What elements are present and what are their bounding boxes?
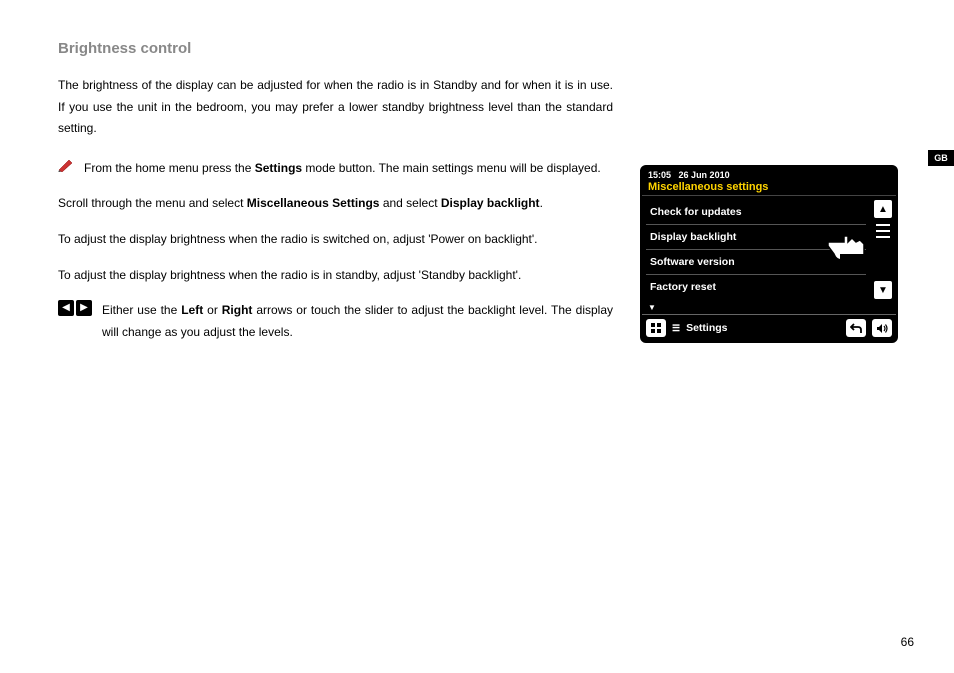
p2d: Display backlight xyxy=(441,196,540,210)
intro-paragraph: The brightness of the display can be adj… xyxy=(58,75,613,140)
menu-item-factory-reset[interactable]: Factory reset xyxy=(646,275,866,299)
paragraph-3: To adjust the display brightness when th… xyxy=(58,229,613,251)
step1-text-a: From the home menu press the xyxy=(84,161,255,175)
section-title: Brightness control xyxy=(58,40,896,57)
step1-text-c: mode button. The main settings menu will… xyxy=(302,161,601,175)
step1-bold: Settings xyxy=(255,161,302,175)
device-menu-list: Check for updates Display backlight Soft… xyxy=(642,196,870,303)
home-grid-icon[interactable] xyxy=(646,319,666,337)
paragraph-2: Scroll through the menu and select Misce… xyxy=(58,193,613,215)
device-footer-label: Settings xyxy=(686,322,727,334)
scroll-down-icon[interactable]: ▼ xyxy=(874,281,892,299)
device-date: 26 Jun 2010 xyxy=(679,170,730,180)
device-screenshot: 15:05 26 Jun 2010 Miscellaneous settings… xyxy=(640,165,898,343)
s5c: or xyxy=(203,303,222,317)
s5b: Left xyxy=(181,303,203,317)
s5d: Right xyxy=(222,303,253,317)
menu-item-check-updates[interactable]: Check for updates xyxy=(646,200,866,225)
device-scrollbar[interactable]: ▲ ▼ xyxy=(870,196,896,303)
s5a: Either use the xyxy=(102,303,181,317)
step-5: ◀ ▶ Either use the Left or Right arrows … xyxy=(58,300,613,343)
hand-note-icon xyxy=(58,158,80,180)
right-arrow-icon: ▶ xyxy=(76,300,92,316)
step-1: From the home menu press the Settings mo… xyxy=(58,158,613,180)
paragraph-4: To adjust the display brightness when th… xyxy=(58,265,613,287)
device-time: 15:05 xyxy=(648,170,671,180)
menu-item-display-backlight[interactable]: Display backlight xyxy=(646,225,866,250)
left-arrow-icon: ◀ xyxy=(58,300,74,316)
device-header: Miscellaneous settings xyxy=(642,181,896,196)
p2e: . xyxy=(540,196,543,210)
volume-icon[interactable] xyxy=(872,319,892,337)
footer-menu-icon: ☰ xyxy=(672,323,680,334)
p2b: Miscellaneous Settings xyxy=(247,196,380,210)
p2a: Scroll through the menu and select xyxy=(58,196,247,210)
menu-item-software-version[interactable]: Software version xyxy=(646,250,866,275)
page-number: 66 xyxy=(901,635,914,649)
more-below-icon: ▼ xyxy=(642,303,896,314)
p2c: and select xyxy=(379,196,440,210)
back-icon[interactable] xyxy=(846,319,866,337)
region-tab: GB xyxy=(928,150,954,166)
scroll-up-icon[interactable]: ▲ xyxy=(874,200,892,218)
